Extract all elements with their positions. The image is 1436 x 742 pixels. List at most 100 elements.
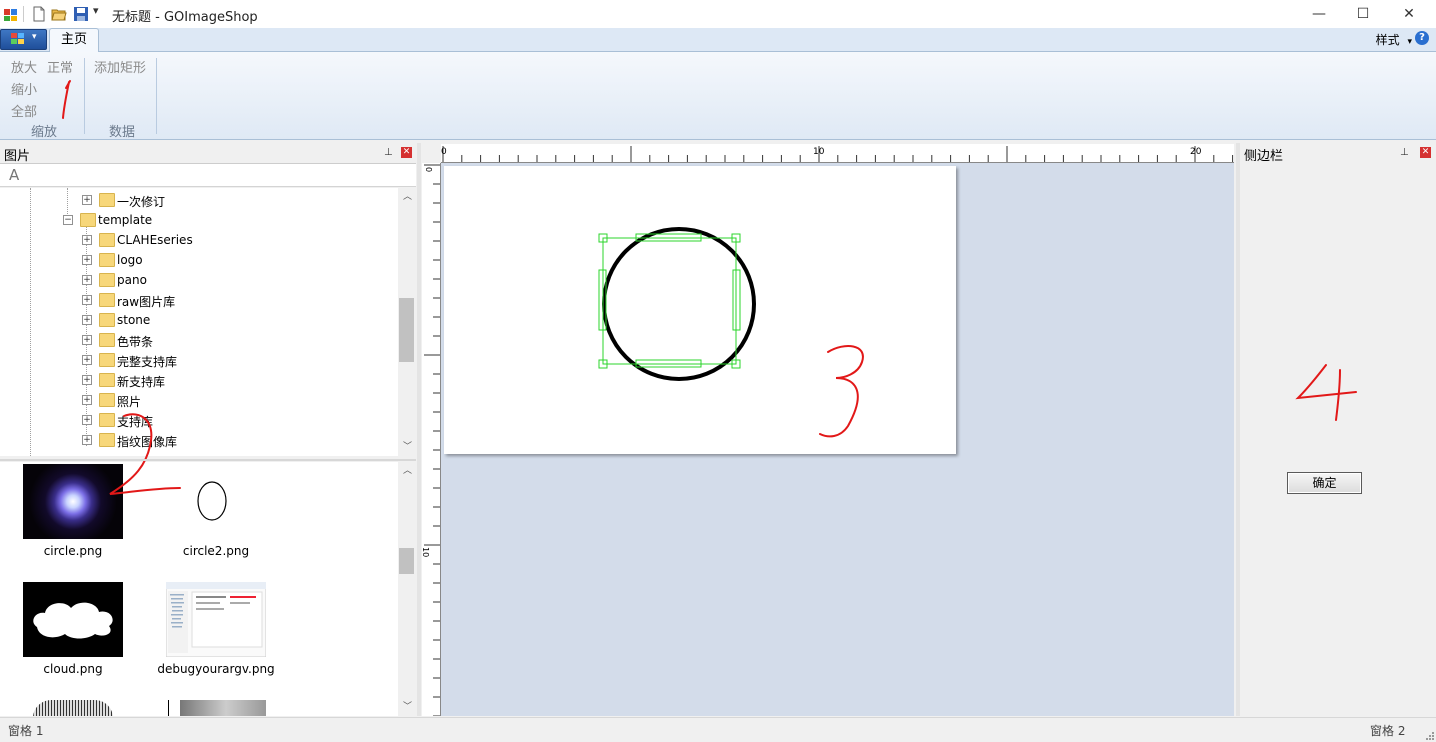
thumb-caption: circle.png: [43, 544, 103, 558]
zoom-normal-button[interactable]: 正常: [47, 57, 73, 76]
expand-icon[interactable]: +: [82, 355, 92, 365]
style-menu-label: 样式: [1375, 33, 1400, 47]
search-bar[interactable]: A: [0, 164, 416, 187]
scroll-down-icon[interactable]: ﹀: [399, 700, 416, 714]
tree-item[interactable]: + pano: [0, 270, 398, 290]
vertical-ruler: 0 10: [422, 163, 441, 716]
thumb-caption: cloud.png: [43, 662, 103, 676]
tree-item[interactable]: + 一次修订: [0, 190, 398, 210]
tree-item[interactable]: + 新支持库: [0, 370, 398, 390]
close-button[interactable]: ✕: [1386, 0, 1432, 28]
expand-icon[interactable]: +: [82, 375, 92, 385]
new-file-icon[interactable]: [31, 6, 47, 22]
expand-icon[interactable]: +: [82, 395, 92, 405]
quick-access-dropdown-icon[interactable]: ▾: [93, 4, 99, 17]
window-title: 无标题 - GOImageShop: [112, 10, 258, 25]
pane-title: 图片: [4, 149, 31, 164]
tree-item[interactable]: + logo: [0, 250, 398, 270]
tree-item[interactable]: − template: [0, 210, 398, 230]
expand-icon[interactable]: +: [82, 275, 92, 285]
save-icon[interactable]: [73, 6, 89, 22]
group-label-zoom: 缩放: [31, 125, 58, 140]
thumb-cloud-image[interactable]: [23, 582, 123, 657]
scroll-thumb[interactable]: [399, 548, 414, 574]
font-icon: A: [9, 166, 20, 184]
tree-item[interactable]: + stone: [0, 310, 398, 330]
tree-item-label: stone: [117, 313, 151, 327]
sidebar-panel: [1240, 163, 1436, 716]
ruler-label: 0: [424, 167, 433, 172]
tree-item-label: CLAHEseries: [117, 233, 193, 247]
tree-scrollbar[interactable]: ︿ ﹀: [399, 188, 416, 456]
scroll-down-icon[interactable]: ﹀: [399, 440, 416, 454]
status-pane-1: 窗格 1: [8, 724, 44, 738]
expand-icon[interactable]: +: [82, 195, 92, 205]
tree-item[interactable]: + 完整支持库: [0, 350, 398, 370]
application-menu-button[interactable]: ▾: [0, 29, 47, 50]
group-separator: [84, 58, 85, 134]
tree-item[interactable]: + 支持库: [0, 410, 398, 430]
status-bar: [0, 717, 1436, 742]
tree-item[interactable]: + CLAHEseries: [0, 230, 398, 250]
status-pane-2: 窗格 2: [1370, 724, 1406, 738]
open-folder-icon[interactable]: [51, 6, 67, 22]
scroll-thumb[interactable]: [399, 298, 414, 362]
group-separator: [156, 58, 157, 134]
group-label-data: 数据: [109, 125, 136, 140]
resize-grip-icon[interactable]: [1424, 730, 1434, 740]
zoom-in-button[interactable]: 放大: [11, 57, 37, 76]
zoom-all-button[interactable]: 全部: [11, 101, 37, 120]
ribbon-panel: [0, 52, 1436, 140]
style-menu[interactable]: 样式 ▾: [1376, 31, 1412, 48]
expand-icon[interactable]: +: [82, 315, 92, 325]
horizontal-ruler: 0 10 20: [441, 144, 1234, 163]
tree-item[interactable]: + raw图片库: [0, 290, 398, 310]
tree-item[interactable]: + 指纹图像库: [0, 430, 398, 450]
tree-item[interactable]: + 照片: [0, 390, 398, 410]
maximize-button[interactable]: ☐: [1340, 0, 1386, 28]
close-pane-icon[interactable]: ✕: [1420, 147, 1431, 158]
canvas-drawing[interactable]: [444, 166, 956, 454]
ruler-label: 10: [813, 147, 825, 157]
add-rectangle-button[interactable]: 添加矩形: [94, 57, 146, 76]
expand-icon[interactable]: +: [82, 235, 92, 245]
tree-item-label: logo: [117, 253, 143, 267]
expand-icon[interactable]: +: [82, 335, 92, 345]
folder-icon: [99, 193, 115, 207]
scroll-up-icon[interactable]: ︿: [399, 464, 416, 478]
folder-icon: [99, 253, 115, 267]
scroll-up-icon[interactable]: ︿: [399, 190, 416, 204]
minimize-button[interactable]: —: [1296, 0, 1342, 28]
pin-icon[interactable]: ⊥: [384, 148, 394, 158]
close-pane-icon[interactable]: ✕: [401, 147, 412, 158]
tree-item-label: pano: [117, 273, 147, 287]
tree-item-label: raw图片库: [117, 295, 176, 309]
expand-icon[interactable]: +: [82, 415, 92, 425]
ruler-label: 10: [422, 547, 430, 557]
expand-icon[interactable]: +: [82, 255, 92, 265]
tab-home[interactable]: 主页: [49, 28, 99, 52]
collapse-icon[interactable]: −: [63, 215, 73, 225]
circle-shape[interactable]: [602, 227, 756, 381]
expand-icon[interactable]: +: [82, 435, 92, 445]
app-icon[interactable]: [3, 6, 19, 22]
zoom-out-button[interactable]: 缩小: [11, 79, 37, 98]
expand-icon[interactable]: +: [82, 295, 92, 305]
tree-item-label: 照片: [117, 395, 142, 409]
thumbnail-scrollbar[interactable]: ︿ ﹀: [399, 462, 416, 716]
tree-item-label: 新支持库: [117, 375, 166, 389]
pane-splitter[interactable]: [0, 459, 416, 461]
tree-item-label: 色带条: [117, 335, 154, 349]
chevron-down-icon: ▾: [32, 32, 37, 42]
pin-icon[interactable]: ⊥: [1400, 148, 1410, 158]
thumb-photo-image[interactable]: [166, 700, 266, 716]
vertical-splitter[interactable]: [417, 143, 421, 716]
vertical-splitter[interactable]: [1236, 143, 1240, 716]
help-icon[interactable]: ?: [1415, 31, 1429, 45]
thumb-fingerprint-image[interactable]: [33, 700, 113, 716]
folder-icon: [99, 313, 115, 327]
separator: [23, 6, 24, 22]
ok-button[interactable]: 确定: [1287, 472, 1362, 494]
tree-item[interactable]: + 色带条: [0, 330, 398, 350]
thumb-debugyourargv-image[interactable]: [166, 582, 266, 657]
